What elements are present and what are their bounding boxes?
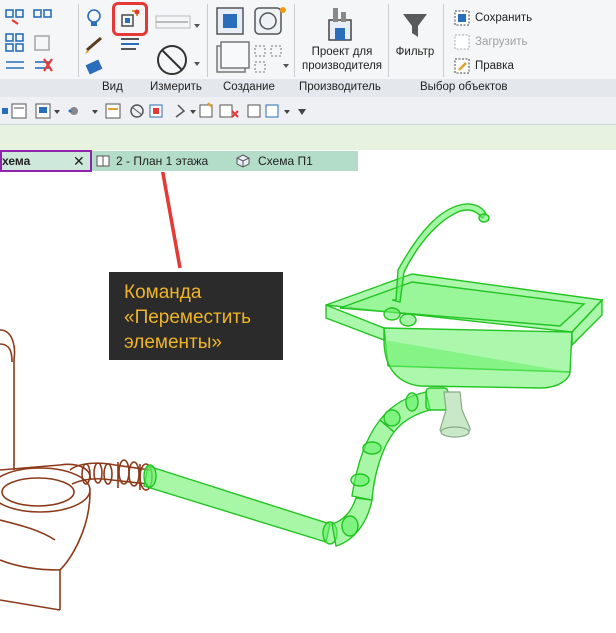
manufacturer-project-button[interactable]: Проект для производителя <box>300 45 384 73</box>
sink-trap <box>439 391 471 438</box>
align-icon[interactable] <box>118 36 142 52</box>
panel-label-selection: Выбор объектов <box>420 81 508 93</box>
callout-line-2: «Переместить <box>124 307 251 328</box>
ribbon: Проект для производителя Фильтр Сохранит… <box>0 0 616 98</box>
filter-icon <box>403 14 427 37</box>
tab-active-view[interactable]: хема ✕ <box>0 150 92 172</box>
close-icon[interactable]: ✕ <box>73 152 85 170</box>
load-selection-button[interactable]: Загрузить <box>475 35 528 49</box>
separator <box>207 4 208 77</box>
callout-line-1: Команда <box>124 282 202 303</box>
edit-selection-icon <box>454 58 470 74</box>
callout-line-3: элементы» <box>124 332 222 353</box>
selected-pipe <box>143 387 449 547</box>
panel-label-create: Создание <box>223 81 275 93</box>
tab-active-label: хема <box>2 154 31 168</box>
create-tools-icons[interactable] <box>213 4 291 78</box>
edit-selection-button[interactable]: Правка <box>475 59 514 73</box>
move-elements-button[interactable] <box>112 2 148 36</box>
pointer-arrow <box>160 172 182 269</box>
panel-label-measure: Измерить <box>150 81 202 93</box>
panel-label-manufacturer: Производитель <box>299 81 381 93</box>
measure-icons[interactable] <box>152 4 200 79</box>
toolbar-icons[interactable] <box>0 101 310 121</box>
callout-tooltip: Команда «Переместить элементы» <box>109 272 283 360</box>
floor-plan-icon <box>96 155 110 167</box>
filter-button[interactable]: Фильтр <box>392 45 438 59</box>
ribbon-panel-labels: Вид Измерить Создание Производитель Выбо… <box>0 79 616 97</box>
save-selection-button[interactable]: Сохранить <box>475 11 532 25</box>
separator <box>294 4 295 77</box>
view-toolbar <box>0 97 616 125</box>
separator <box>443 4 444 77</box>
view-tools-icon[interactable] <box>84 6 108 76</box>
load-selection-icon <box>454 34 470 50</box>
3d-view-icon <box>236 154 250 168</box>
toilet-fixture <box>0 329 91 611</box>
tab-3d-view[interactable]: Схема П1 <box>232 151 358 171</box>
tab-floor-plan[interactable]: 2 - План 1 этажа <box>92 151 232 171</box>
toilet-outlet-pipe <box>69 459 153 491</box>
separator <box>388 4 389 77</box>
save-selection-icon <box>454 10 470 26</box>
tab-floor-plan-label: 2 - План 1 этажа <box>116 154 209 168</box>
move-elements-icon <box>121 9 140 27</box>
selected-sink <box>325 273 604 389</box>
model-canvas[interactable] <box>0 172 616 633</box>
factory-icon <box>328 8 352 41</box>
manufacturer-button-line1: Проект для <box>311 46 373 58</box>
panel-label-view: Вид <box>102 81 123 93</box>
options-bar <box>0 125 616 150</box>
tab-3d-view-label: Схема П1 <box>258 154 313 168</box>
modify-tools-grid-icon[interactable] <box>4 6 54 76</box>
view-tabs: хема ✕ 2 - План 1 этажа Схема П1 <box>0 150 616 172</box>
manufacturer-button-line2: производителя <box>301 60 383 72</box>
separator <box>78 4 79 77</box>
